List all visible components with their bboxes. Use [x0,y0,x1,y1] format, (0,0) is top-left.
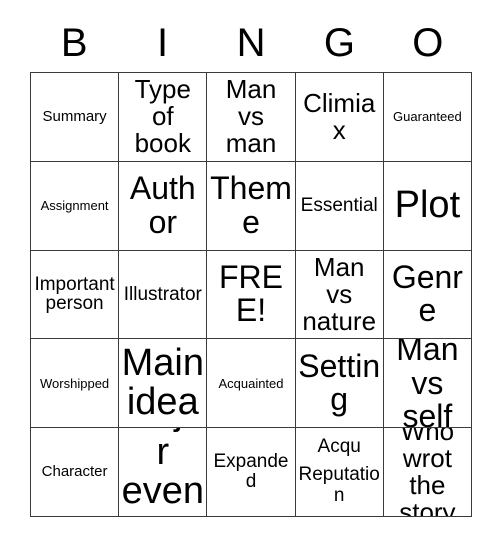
header-letter-i: I [157,21,169,65]
bingo-cell-label: Expanded [213,451,289,493]
bingo-cell-label: Main idea [121,341,204,424]
bingo-cell-label: Man vs self [396,339,459,429]
bingo-cell[interactable]: Worshipped [31,339,120,429]
header-letter-b: B [60,21,88,65]
bingo-cell[interactable]: Climiax [295,73,384,162]
bingo-cell[interactable]: Man vs man [207,73,296,162]
bingo-cell-label: Author [129,170,196,240]
bingo-cell[interactable]: Theme [207,161,296,251]
bingo-cell-free[interactable]: FREE! [207,250,296,340]
bingo-cell[interactable]: Man vs self [383,339,472,429]
header-letter-o: O [412,21,444,65]
bingo-cell-label: Guaranteed [393,109,462,125]
bingo-cell[interactable]: Main idea [119,339,208,429]
bingo-cell[interactable]: Type of book [119,73,208,162]
bingo-cell-label: Theme [210,170,292,240]
bingo-cell[interactable]: Illustrator [119,250,208,340]
header-letter-g: G [323,21,355,65]
bingo-cell-label-secondary: Reputation [298,464,380,507]
bingo-cell[interactable]: Major event [119,428,208,517]
bingo-header-row: B I N G O [30,14,472,72]
bingo-cell-label: Who wrot the story [399,428,456,517]
bingo-cell-label: Plot [394,183,461,226]
bingo-cell-label: Essential [300,194,378,216]
bingo-cell[interactable]: Acqu Reputation [295,428,384,517]
bingo-cell-label: Worshipped [40,375,110,391]
bingo-cell-label: FREE! [218,259,283,329]
bingo-cell-label: Major event [121,428,204,516]
bingo-cell-label: Type of book [134,74,191,159]
bingo-cell[interactable]: Acquainted [207,339,296,429]
bingo-cell-label: Acqu [317,435,361,457]
bingo-cell[interactable]: Important person [31,250,120,340]
bingo-cell[interactable]: Plot [383,161,472,251]
bingo-cell-label: Acquainted [218,375,284,391]
bingo-cell[interactable]: Expanded [207,428,296,517]
header-letter-n: N [236,21,266,65]
bingo-cell[interactable]: Essential [295,161,384,251]
bingo-cell[interactable]: Summary [31,73,120,162]
bingo-card: B I N G O Summary Type of book Man vs ma… [0,0,500,544]
bingo-cell-label: Character [41,463,108,481]
bingo-cell-label: Setting [298,348,381,418]
bingo-cell-label: Man vs man [225,74,277,159]
bingo-cell-label: Important person [34,273,115,315]
bingo-cell[interactable]: Guaranteed [383,73,472,162]
bingo-cell[interactable]: Setting [295,339,384,429]
bingo-cell-label: Man vs nature [302,251,377,336]
bingo-cell[interactable]: Genre [383,250,472,340]
bingo-grid: Summary Type of book Man vs man Climiax … [30,72,472,517]
bingo-cell[interactable]: Character [31,428,120,517]
bingo-cell-label: Illustrator [123,283,202,305]
bingo-cell-label: Genre [391,259,463,329]
bingo-cell[interactable]: Assignment [31,161,120,251]
bingo-cell[interactable]: Man vs nature [295,250,384,340]
bingo-cell[interactable]: Who wrot the story [383,428,472,517]
bingo-cell-label: Climiax [303,87,376,145]
bingo-cell-label: Assignment [40,197,109,213]
bingo-cell-label: Summary [42,108,107,126]
bingo-cell[interactable]: Author [119,161,208,251]
